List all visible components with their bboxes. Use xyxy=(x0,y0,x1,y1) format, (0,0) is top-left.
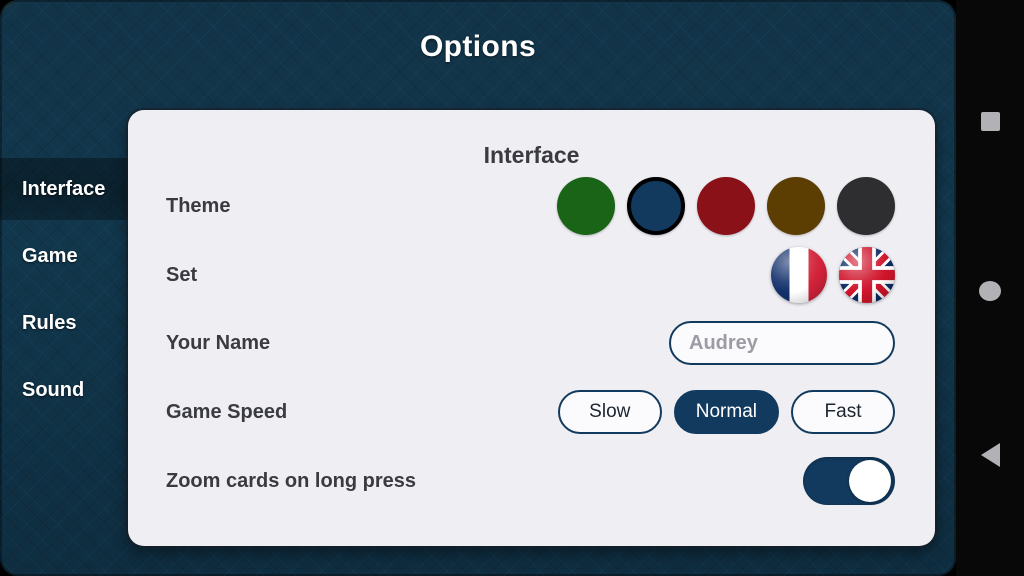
screen: Options Interface Game Rules Sound Inter… xyxy=(0,0,1024,576)
theme-label: Theme xyxy=(166,194,231,217)
sidebar-item-label: Sound xyxy=(22,378,85,401)
set-label: Set xyxy=(166,263,198,286)
header-bar: Options xyxy=(0,0,956,104)
zoom-cards-label: Zoom cards on long press xyxy=(166,469,417,492)
option-row-theme: Theme xyxy=(128,172,935,240)
options-panel: Interface Theme Set Your Name Audrey Gam… xyxy=(128,110,935,546)
sidebar: Interface Game Rules Sound xyxy=(0,104,128,576)
theme-swatch-brown[interactable] xyxy=(767,177,825,235)
game-speed-label: Game Speed xyxy=(166,400,288,423)
sidebar-item-label: Interface xyxy=(22,177,106,200)
your-name-label: Your Name xyxy=(166,331,271,354)
set-flag-group xyxy=(771,247,895,303)
zoom-cards-control xyxy=(803,457,895,505)
your-name-control xyxy=(669,321,895,365)
game-speed-fast-button[interactable]: Fast xyxy=(791,390,895,434)
sidebar-item-sound[interactable]: Sound xyxy=(0,359,128,421)
panel-heading: Interface xyxy=(483,142,580,168)
back-triangle-glyph xyxy=(980,443,1000,467)
game-speed-slow-button[interactable]: Slow xyxy=(557,390,662,434)
home-icon[interactable] xyxy=(973,274,1007,308)
theme-swatch-red[interactable] xyxy=(697,177,755,235)
android-navigation-bar xyxy=(956,0,1024,576)
sidebar-item-interface[interactable]: Interface xyxy=(0,158,128,220)
toggle-knob xyxy=(849,460,891,502)
option-row-your-name: Your Name xyxy=(128,309,935,377)
french-flag-icon[interactable] xyxy=(771,247,827,303)
your-name-input[interactable] xyxy=(669,321,895,365)
uk-flag-icon[interactable] xyxy=(839,247,895,303)
zoom-cards-toggle[interactable] xyxy=(803,457,895,505)
theme-swatch-dark[interactable] xyxy=(837,177,895,235)
option-row-set: Set xyxy=(128,241,935,309)
sidebar-item-rules[interactable]: Rules xyxy=(0,292,128,354)
page-title: Options xyxy=(419,30,537,63)
theme-swatch-group xyxy=(557,177,895,235)
option-row-zoom-cards: Zoom cards on long press xyxy=(128,447,935,515)
game-speed-normal-button[interactable]: Normal xyxy=(673,390,779,434)
app-window: Options Interface Game Rules Sound Inter… xyxy=(0,0,956,576)
recents-square-glyph xyxy=(980,111,1000,131)
theme-swatch-green[interactable] xyxy=(557,177,615,235)
home-circle-glyph xyxy=(979,281,1001,301)
back-icon[interactable] xyxy=(973,438,1007,472)
game-speed-group: Slow Normal Fast xyxy=(557,390,895,434)
sidebar-item-label: Rules xyxy=(22,311,77,334)
theme-swatch-blue[interactable] xyxy=(627,177,685,235)
option-row-game-speed: Game Speed Slow Normal Fast xyxy=(128,378,935,446)
recents-icon[interactable] xyxy=(973,104,1007,138)
sidebar-item-label: Game xyxy=(22,244,78,267)
sidebar-item-game[interactable]: Game xyxy=(0,225,128,287)
